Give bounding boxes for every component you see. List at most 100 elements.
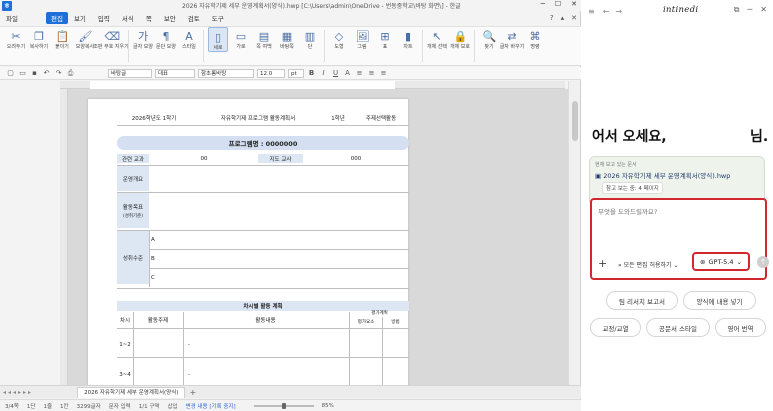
table-button[interactable]: ⊞ 표 [375, 27, 395, 50]
menu-view[interactable]: 보기 [68, 13, 92, 23]
session-row-2-content[interactable]: - [188, 369, 248, 381]
panel-close-icon[interactable]: ✕ [760, 5, 767, 15]
format-copy-button[interactable]: 🖌 모양복사 [75, 27, 95, 50]
ribbon-close-icon[interactable]: ✕ [571, 14, 577, 22]
menu-format[interactable]: 서식 [116, 13, 140, 23]
suggestion-team-report[interactable]: 팀 리서치 보고서 [606, 291, 678, 310]
session-row-2-no[interactable]: 3~4 [117, 369, 133, 381]
vertical-ruler[interactable] [60, 89, 68, 385]
help-icon[interactable]: ? [550, 14, 554, 22]
menu-tools[interactable]: 도구 [206, 13, 230, 23]
language-select[interactable]: 대표 [155, 68, 195, 78]
menu-file[interactable]: 파일 [0, 13, 24, 23]
related-subject-value[interactable]: 00 [149, 154, 259, 164]
align-right-icon[interactable]: ≡ [379, 69, 388, 77]
undo-icon[interactable]: ↶ [42, 69, 51, 77]
panel-minimize-icon[interactable]: ─ [747, 5, 752, 15]
ribbon-collapse-icon[interactable]: ▴ [561, 14, 565, 22]
goal-field[interactable] [149, 193, 409, 229]
maximize-icon[interactable]: ☐ [555, 0, 561, 8]
menu-page[interactable]: 쪽 [140, 13, 158, 23]
replace-button[interactable]: ⇄ 글자 바꾸기 [500, 27, 525, 50]
cut-button[interactable]: ✂ 오려두기 [6, 27, 26, 50]
vertical-scrollbar[interactable] [568, 81, 580, 385]
attach-plus-button[interactable]: + [598, 257, 607, 270]
status-track-changes[interactable]: 변경 내용 [기록 중지] [186, 402, 236, 410]
save-icon[interactable]: ▪ [30, 69, 39, 77]
horizontal-ruler[interactable] [60, 81, 565, 89]
command-button[interactable]: ⌘ 명령 [525, 27, 545, 50]
program-name-banner[interactable]: 프로그램명 : 0000000 [117, 136, 409, 150]
add-tab-button[interactable]: + [189, 388, 196, 397]
margin-button[interactable]: ▤ 쪽 여백 [254, 27, 274, 50]
menu-icon[interactable]: ≡ [588, 7, 595, 16]
minimize-icon[interactable]: ─ [541, 0, 545, 8]
model-selector[interactable]: ⊛ GPT-5.4 ⌄ [692, 252, 750, 271]
zoom-slider[interactable] [253, 402, 314, 409]
grade-cell[interactable]: 1학년 [323, 113, 353, 123]
popout-icon[interactable]: ⧉ [734, 5, 740, 15]
style-button[interactable]: A 스타일 [179, 27, 199, 50]
font-select[interactable]: 함초롬바탕 [198, 68, 254, 78]
select-object-button[interactable]: ↖ 개체 선택 [427, 27, 447, 50]
bold-icon[interactable]: B [307, 69, 316, 77]
italic-icon[interactable]: I [319, 69, 328, 77]
scroll-thumb[interactable] [572, 101, 578, 141]
columns-button[interactable]: ▥ 단 [300, 27, 320, 50]
copy-button[interactable]: ❐ 복사하기 [29, 27, 49, 50]
status-zoom[interactable]: 85% [322, 403, 334, 409]
para-shape-button[interactable]: ¶ 문단 모양 [156, 27, 176, 50]
send-button[interactable]: ↑ [757, 256, 769, 268]
semester-cell[interactable]: 2026학년도 1학기 [119, 113, 189, 123]
align-center-icon[interactable]: ≡ [367, 69, 376, 77]
activity-type-cell[interactable]: 주제선택활동 [353, 113, 409, 123]
menu-edit[interactable]: 편집 [45, 12, 68, 24]
status-page[interactable]: 3/4쪽 [5, 402, 19, 410]
suggestion-translate-english[interactable]: 영어 번역 [715, 318, 766, 337]
print-icon[interactable]: ⎙ [66, 69, 75, 78]
suggestion-official-style[interactable]: 공문서 스타일 [646, 318, 710, 337]
protect-object-button[interactable]: 🔒 개체 보호 [450, 27, 470, 50]
suggestion-proofread[interactable]: 교정/교열 [590, 318, 641, 337]
align-left-icon[interactable]: ≡ [355, 69, 364, 77]
char-shape-button[interactable]: 가 글자 모양 [133, 27, 153, 50]
document-canvas[interactable]: 2026학년도 1학기 자유학기제 프로그램 활동계획서 1학년 주제선택활동 … [68, 89, 568, 385]
back-arrow-icon[interactable]: ← [603, 7, 610, 16]
style-select[interactable]: 바탕글 [108, 68, 152, 78]
master-page-button[interactable]: ▦ 바탕쪽 [277, 27, 297, 50]
tab-document[interactable]: 2026 자유학기제 세부 운영계획서(양식) [77, 386, 186, 398]
forward-arrow-icon[interactable]: → [615, 7, 622, 16]
landscape-button[interactable]: ▭ 가로 [231, 27, 251, 50]
new-doc-icon[interactable]: ▢ [6, 69, 15, 77]
plan-title-cell[interactable]: 자유학기제 프로그램 활동계획서 [198, 113, 318, 123]
prompt-input[interactable] [598, 208, 748, 216]
portrait-button[interactable]: ▯ 세로 [208, 27, 228, 52]
menu-insert[interactable]: 입력 [92, 13, 116, 23]
session-row-1-content[interactable]: - [188, 339, 248, 351]
find-button[interactable]: 🔍 찾기 [479, 27, 499, 50]
shape-button[interactable]: ◇ 도형 [329, 27, 349, 50]
suggestion-fill-form[interactable]: 양식에 내용 넣기 [683, 291, 756, 310]
tab-nav-arrows[interactable]: ◂◂◂▸▸▸ [3, 389, 33, 396]
overview-field[interactable] [149, 166, 409, 192]
status-insert[interactable]: 삽입 [167, 402, 177, 410]
teacher-value[interactable]: 000 [303, 154, 409, 164]
zoom-knob[interactable] [281, 402, 286, 409]
brush-icon: 🖌 [78, 30, 93, 43]
open-folder-icon[interactable]: ▭ [18, 69, 27, 77]
session-row-1-no[interactable]: 1~2 [117, 339, 133, 351]
close-icon[interactable]: ✕ [571, 0, 577, 8]
unit-select[interactable]: pt [288, 68, 304, 78]
menu-review[interactable]: 검토 [182, 13, 206, 23]
edit-mode-button[interactable]: » 모든 편집 허용하기 ⌄ [618, 260, 679, 269]
font-size-input[interactable]: 12.0 [257, 68, 285, 78]
underline-icon[interactable]: U [331, 69, 340, 77]
menu-security[interactable]: 보안 [158, 13, 182, 23]
clear-codes-button[interactable]: ⌫ 조판 부호 지우기 [93, 27, 128, 50]
picture-button[interactable]: 🖼 그림 [352, 27, 372, 50]
paste-button[interactable]: 📋 붙이기 [52, 27, 72, 50]
document-page[interactable]: 2026학년도 1학기 자유학기제 프로그램 활동계획서 1학년 주제선택활동 … [88, 99, 409, 385]
redo-icon[interactable]: ↷ [54, 69, 63, 77]
chart-button[interactable]: ▮ 차트 [398, 27, 418, 50]
font-color-icon[interactable]: A [343, 69, 352, 77]
